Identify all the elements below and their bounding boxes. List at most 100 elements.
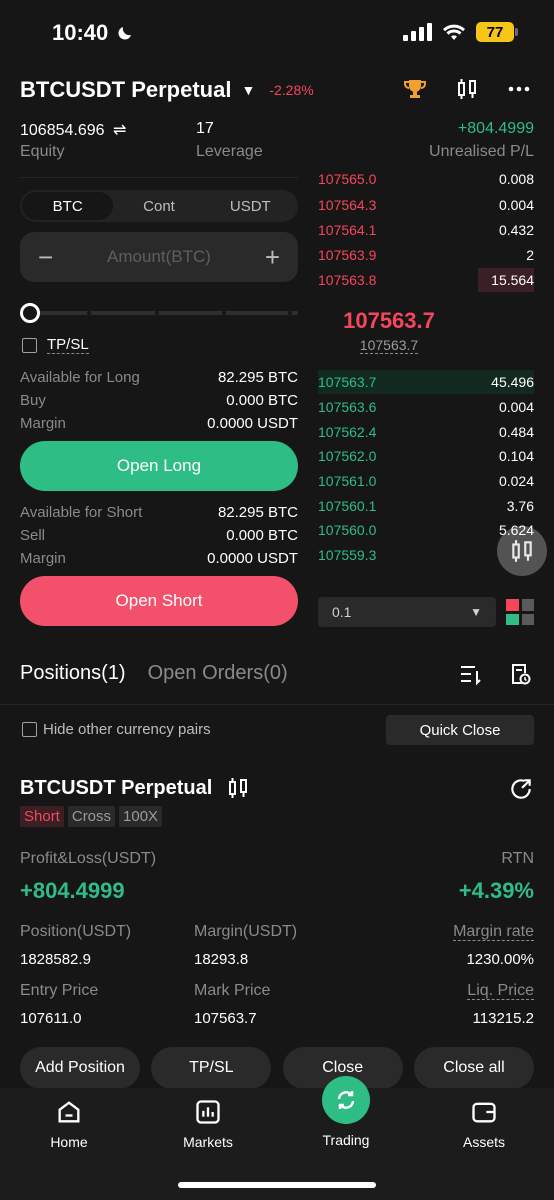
position-tags: Short Cross 100X — [20, 806, 163, 827]
tpsl-toggle[interactable]: TP/SL — [22, 336, 89, 354]
more-icon[interactable] — [506, 76, 532, 102]
bid-price: 107563.6 — [318, 399, 377, 415]
position-margin-value: 18293.8 — [194, 951, 249, 968]
nav-assets[interactable]: Assets — [434, 1098, 534, 1150]
ask-row[interactable]: 107563.8 15.564 — [318, 268, 534, 292]
open-short-button[interactable]: Open Short — [20, 576, 298, 626]
plus-icon[interactable]: + — [265, 242, 280, 273]
ask-price: 107564.1 — [318, 222, 377, 238]
available-long-row: Available for Long 82.295 BTC — [20, 369, 298, 386]
bid-qty: 45.496 — [491, 374, 534, 390]
ask-row[interactable]: 107563.9 2 — [318, 243, 534, 267]
sort-icon[interactable] — [458, 662, 482, 686]
last-price: 107563.7 — [343, 308, 435, 333]
mark-price-label: Mark Price — [194, 982, 271, 999]
pl-label: Profit&Loss(USDT) — [20, 850, 157, 867]
entry-price-label: Entry Price — [20, 982, 99, 999]
nav-assets-label: Assets — [462, 1134, 505, 1150]
nav-markets[interactable]: Markets — [158, 1098, 258, 1150]
nav-home[interactable]: Home — [19, 1098, 119, 1150]
bid-row[interactable]: 107563.6 0.004 — [318, 395, 534, 419]
ask-qty: 0.432 — [498, 222, 534, 238]
battery-level: 77 — [486, 23, 504, 41]
margin-mode-tag: Cross — [67, 806, 116, 827]
amount-input[interactable] — [79, 247, 239, 267]
open-long-button[interactable]: Open Long — [20, 441, 298, 491]
long-margin-value: 0.0000 USDT — [207, 415, 298, 432]
bid-row[interactable]: 107560.1 3.76 — [318, 494, 534, 518]
status-icons: 77 — [403, 22, 518, 42]
bid-qty: 0.024 — [498, 473, 534, 489]
quick-close-button[interactable]: Quick Close — [386, 715, 534, 745]
liq-price-label-text: Liq. Price — [467, 982, 534, 1000]
leverage-label: Leverage — [196, 143, 263, 160]
tpsl-button[interactable]: TP/SL — [151, 1047, 272, 1089]
tab-positions[interactable]: Positions(1) — [20, 662, 126, 685]
pl-value: +804.4999 — [20, 878, 125, 903]
mark-price-value: 107563.7 — [359, 337, 419, 354]
caret-down-icon: ▼ — [241, 82, 256, 98]
long-margin-row: Margin 0.0000 USDT — [20, 415, 298, 432]
nav-home-label: Home — [50, 1134, 88, 1150]
swap-icon[interactable]: ⇌ — [113, 122, 126, 139]
ask-qty: 0.004 — [498, 197, 534, 213]
bid-price: 107562.4 — [318, 424, 377, 440]
short-margin-label: Margin — [20, 550, 66, 567]
available-long-value: 82.295 BTC — [217, 369, 298, 386]
available-long-label: Available for Long — [20, 369, 140, 386]
hide-other-pairs-toggle[interactable]: Hide other currency pairs — [22, 721, 211, 738]
available-short-row: Available for Short 82.295 BTC — [20, 504, 298, 521]
slider-tick — [155, 311, 159, 315]
unit-btc[interactable]: BTC — [22, 192, 114, 220]
bid-row[interactable]: 107562.0 0.104 — [318, 444, 534, 468]
short-margin-value: 0.0000 USDT — [207, 550, 298, 567]
amount-slider[interactable] — [20, 303, 298, 323]
ask-price: 107563.9 — [318, 247, 377, 263]
bid-row[interactable]: 107562.4 0.484 — [318, 420, 534, 444]
minus-icon[interactable]: − — [38, 242, 53, 273]
position-margin-label: Margin(USDT) — [194, 923, 298, 940]
nav-trading-label: Trading — [322, 1132, 370, 1148]
ask-row[interactable]: 107564.3 0.004 — [318, 193, 534, 217]
bid-price: 107562.0 — [318, 448, 377, 464]
ask-row[interactable]: 107564.1 0.432 — [318, 218, 534, 242]
order-history-icon[interactable] — [508, 662, 532, 686]
unit-cont[interactable]: Cont — [113, 192, 204, 220]
hide-pairs-checkbox[interactable] — [22, 722, 37, 737]
add-position-button[interactable]: Add Position — [20, 1047, 140, 1089]
hide-pairs-label: Hide other currency pairs — [43, 721, 211, 738]
slider-knob[interactable] — [20, 303, 40, 323]
wifi-icon — [443, 24, 465, 40]
tpsl-checkbox[interactable] — [22, 337, 37, 353]
slider-tick — [288, 311, 292, 315]
nav-markets-label: Markets — [183, 1134, 233, 1150]
buy-label: Buy — [20, 392, 46, 409]
home-icon — [58, 1101, 80, 1123]
side-tag: Short — [20, 806, 64, 827]
tab-open-orders[interactable]: Open Orders(0) — [148, 662, 288, 685]
signal-icon — [403, 23, 432, 41]
liq-price-value: 113215.2 — [472, 1010, 534, 1027]
unrealised-pl-label: Unrealised P/L — [429, 143, 534, 160]
nav-trading[interactable]: Trading — [296, 1076, 396, 1148]
bid-row[interactable]: 107563.7 45.496 — [318, 370, 534, 394]
candlestick-chart-icon[interactable] — [226, 776, 250, 800]
unit-usdt[interactable]: USDT — [205, 192, 296, 220]
header-divider — [20, 177, 298, 178]
depth-select[interactable]: 0.1 ▼ — [318, 597, 496, 627]
slider-track — [20, 311, 298, 315]
trophy-icon[interactable] — [402, 76, 428, 102]
ask-price: 107563.8 — [318, 272, 377, 288]
mark-price: 107563.7 — [318, 337, 460, 354]
candlestick-chart-icon[interactable] — [454, 76, 480, 102]
bid-qty: 0.484 — [498, 424, 534, 440]
bid-row[interactable]: 107561.0 0.024 — [318, 469, 534, 493]
share-icon[interactable] — [508, 776, 534, 807]
symbol-selector[interactable]: BTCUSDT Perpetual ▼ -2.28% — [20, 77, 314, 103]
margin-rate-label-text: Margin rate — [453, 923, 534, 941]
rtn-value: +4.39% — [458, 878, 534, 903]
close-all-button[interactable]: Close all — [413, 1047, 534, 1089]
ask-row[interactable]: 107565.0 0.008 — [318, 170, 534, 188]
orderbook-layout-icon[interactable] — [506, 599, 534, 625]
leverage-value: 17 — [196, 120, 214, 137]
